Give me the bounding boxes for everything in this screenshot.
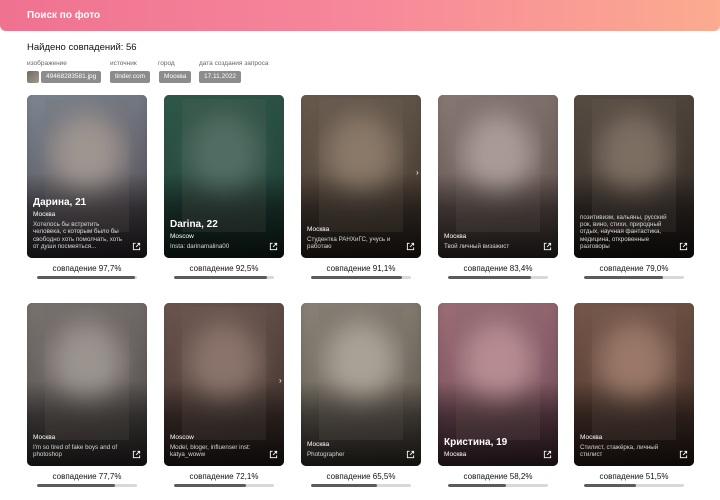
profile-city: Москва (444, 232, 467, 240)
match-progress-bar (311, 276, 411, 279)
result-card[interactable]: Insta: darinamalina00 Moscow Darina, 22 (164, 95, 284, 258)
profile-city: Москва (33, 433, 56, 441)
privacy-blur (182, 307, 266, 440)
match-progress-bar (584, 276, 684, 279)
match-progress-fill (37, 484, 115, 487)
match-progress-fill (584, 276, 663, 279)
match-progress-bar (37, 484, 137, 487)
external-link-icon[interactable] (406, 242, 415, 251)
match-progress-fill (311, 276, 403, 279)
privacy-blur (592, 99, 676, 232)
external-link-icon[interactable] (269, 242, 278, 251)
privacy-blur (319, 307, 403, 440)
header-bar: Поиск по фото (0, 0, 720, 31)
page-title: Поиск по фото (27, 10, 101, 21)
profile-city: Moscow (170, 232, 194, 240)
match-progress-fill (448, 276, 532, 279)
match-percentage: совпадение 51,5% (599, 472, 669, 481)
external-link-icon[interactable] (269, 450, 278, 459)
match-percentage: совпадение 92,5% (189, 264, 259, 273)
privacy-blur (45, 99, 129, 232)
match-progress-fill (448, 484, 507, 487)
match-percentage: совпадение 77,7% (52, 472, 122, 481)
profile-description: I'm so tired of fake boys and of photosh… (33, 443, 118, 458)
profile-name: Кристина, 19 (444, 437, 508, 448)
external-link-icon[interactable] (132, 450, 141, 459)
external-link-icon[interactable] (543, 242, 552, 251)
carousel-arrow-icon[interactable]: › (279, 376, 282, 385)
match-progress-fill (174, 484, 247, 487)
profile-city: Moscow (170, 433, 194, 441)
match-progress-bar (37, 276, 137, 279)
city-label: город (158, 60, 175, 67)
profile-description: Photographer (307, 450, 345, 458)
match-percentage: совпадение 83,4% (463, 264, 533, 273)
profile-description: Студентка РАНХиГС, учусь и работаю (307, 235, 391, 250)
match-percentage: совпадение 97,7% (52, 264, 122, 273)
profile-description: Model, bloger, influenser inst: katya_wo… (170, 443, 251, 458)
source-label: источник (110, 60, 137, 67)
result-card[interactable]: Москва Кристина, 19 (438, 303, 558, 466)
privacy-blur (456, 99, 540, 232)
privacy-blur (45, 307, 129, 440)
match-progress-bar (448, 276, 548, 279)
external-link-icon[interactable] (679, 242, 688, 251)
date-chip: 17.11.2022 (199, 71, 242, 83)
privacy-blur (592, 307, 676, 440)
match-progress-fill (37, 276, 135, 279)
result-card[interactable]: Твой личный визажист Москва (438, 95, 558, 258)
match-percentage: совпадение 79,0% (599, 264, 669, 273)
result-card[interactable]: Photographer Москва (301, 303, 421, 466)
external-link-icon[interactable] (679, 450, 688, 459)
match-percentage: совпадение 72,1% (189, 472, 259, 481)
profile-description: Твой личный визажист (444, 242, 510, 250)
carousel-arrow-icon[interactable]: › (416, 168, 419, 177)
profile-description: Insta: darinamalina00 (170, 242, 230, 250)
match-percentage: совпадение 91,1% (326, 264, 396, 273)
external-link-icon[interactable] (132, 242, 141, 251)
match-progress-bar (174, 276, 274, 279)
match-percentage: совпадение 65,5% (326, 472, 396, 481)
image-label: изображение (27, 60, 67, 67)
source-chip: tinder.com (110, 71, 150, 83)
profile-city: Москва (444, 451, 467, 458)
profile-city: Москва (307, 440, 330, 448)
profile-city: Москва (33, 211, 56, 219)
match-progress-bar (174, 484, 274, 487)
result-card[interactable]: I'm so tired of fake boys and of photosh… (27, 303, 147, 466)
privacy-blur (182, 99, 266, 232)
match-progress-bar (311, 484, 411, 487)
result-card[interactable]: Хотелось бы встретить человека, с которы… (27, 95, 147, 258)
result-card[interactable]: Стилист, стажёрка, личный стилист Москва (574, 303, 694, 466)
results-count: Найдено совпадений: 56 (27, 42, 137, 53)
external-link-icon[interactable] (406, 450, 415, 459)
date-label: дата создания запроса (199, 60, 269, 67)
match-progress-bar (584, 484, 684, 487)
profile-name: Дарина, 21 (33, 197, 87, 209)
result-card[interactable]: Model, bloger, influenser inst: katya_wo… (164, 303, 284, 466)
match-progress-fill (174, 276, 267, 279)
profile-description: позитивизм, кальяны, русский рок, вино, … (580, 213, 667, 250)
match-progress-fill (311, 484, 377, 487)
external-link-icon[interactable] (543, 450, 552, 459)
result-card[interactable]: позитивизм, кальяны, русский рок, вино, … (574, 95, 694, 258)
profile-description: Стилист, стажёрка, личный стилист (580, 443, 659, 458)
profile-city: Москва (307, 225, 330, 233)
match-percentage: совпадение 58,2% (463, 472, 533, 481)
privacy-blur (456, 307, 540, 440)
profile-description: Хотелось бы встретить человека, с которы… (33, 221, 123, 250)
match-progress-fill (584, 484, 636, 487)
image-filename-chip[interactable]: 49468283581.jpg (41, 71, 102, 83)
match-progress-bar (448, 484, 548, 487)
profile-city: Москва (580, 433, 603, 441)
city-chip: Москва (159, 71, 192, 83)
query-image-thumbnail[interactable] (27, 71, 39, 83)
privacy-blur (319, 99, 403, 232)
profile-name: Darina, 22 (170, 218, 218, 230)
result-card[interactable]: Студентка РАНХиГС, учусь и работаю Москва (301, 95, 421, 258)
